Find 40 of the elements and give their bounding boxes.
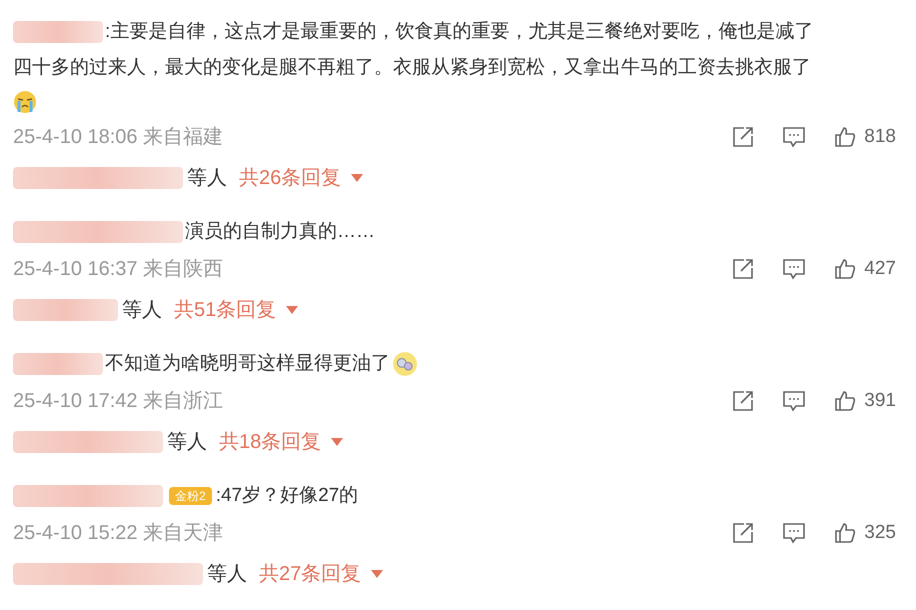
comment-time-location: 25-4-10 15:22 来自天津 bbox=[13, 521, 224, 546]
like-count: 391 bbox=[864, 388, 896, 413]
comment-icon[interactable] bbox=[782, 522, 806, 544]
like-count: 818 bbox=[864, 124, 896, 149]
comment-text: 四十多的过来人，最大的变化是腿不再粗了。衣服从紧身到宽松，又拿出牛马的工资去挑衣服了 bbox=[13, 56, 811, 80]
comment-icon[interactable] bbox=[782, 390, 806, 412]
thumbs-up-icon[interactable] bbox=[834, 522, 856, 544]
dizzy-face-icon bbox=[392, 351, 418, 377]
caret-icon[interactable] bbox=[351, 174, 364, 182]
caret-icon[interactable] bbox=[331, 438, 344, 446]
fan-badge: 金粉2 bbox=[169, 487, 212, 505]
replies-label: 等人 bbox=[122, 298, 162, 323]
replies-label: 等人 bbox=[167, 430, 207, 455]
replies-link[interactable]: 共51条回复 bbox=[174, 295, 276, 325]
comment-icon[interactable] bbox=[782, 126, 806, 148]
comment-text: 不知道为啥晓明哥这样显得更油了 bbox=[105, 352, 390, 376]
comment-text: 演员的自制力真的…… bbox=[185, 220, 375, 244]
share-icon[interactable] bbox=[732, 126, 754, 148]
comment-time-location: 25-4-10 18:06 来自福建 bbox=[13, 125, 224, 150]
share-icon[interactable] bbox=[732, 522, 754, 544]
share-icon[interactable] bbox=[732, 390, 754, 412]
like-count: 325 bbox=[864, 520, 896, 545]
crying-face-icon bbox=[13, 90, 37, 114]
comment-icon[interactable] bbox=[782, 258, 806, 280]
thumbs-up-icon[interactable] bbox=[834, 258, 856, 280]
replies-link[interactable]: 共18条回复 bbox=[219, 427, 322, 457]
replies-link[interactable]: 共27条回复 bbox=[259, 559, 362, 589]
comment-text: :47岁？好像27的 bbox=[216, 484, 358, 508]
comment-time-location: 25-4-10 16:37 来自陕西 bbox=[13, 257, 224, 282]
share-icon[interactable] bbox=[732, 258, 754, 280]
replies-link[interactable]: 共26条回复 bbox=[239, 163, 342, 193]
replies-label: 等人 bbox=[187, 166, 227, 191]
comment-time-location: 25-4-10 17:42 来自浙江 bbox=[13, 389, 224, 414]
thumbs-up-icon[interactable] bbox=[834, 126, 856, 148]
caret-icon[interactable] bbox=[371, 570, 384, 578]
thumbs-up-icon[interactable] bbox=[834, 390, 856, 412]
like-count: 427 bbox=[864, 256, 896, 281]
comment-text: :主要是自律，这点才是最重要的，饮食真的重要，尤其是三餐绝对要吃，俺也是减了 bbox=[105, 20, 814, 44]
replies-label: 等人 bbox=[207, 562, 247, 587]
caret-icon[interactable] bbox=[286, 306, 298, 314]
